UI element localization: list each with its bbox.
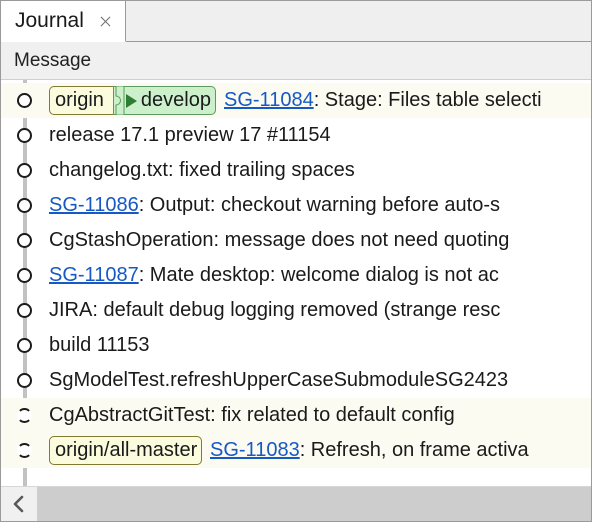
commit-message: SG-11087: Mate desktop: welcome dialog i… <box>49 258 499 293</box>
commit-message: SG-11084: Stage: Files table selecti <box>224 83 542 118</box>
commit-message-text: CgAbstractGitTest: fix related to defaul… <box>49 404 455 426</box>
commit-message-text: : Mate desktop: welcome dialog is not ac <box>138 264 499 286</box>
commit-message-text: release 17.1 preview 17 #11154 <box>49 124 331 146</box>
ref-tag-local-current[interactable]: develop <box>112 86 216 115</box>
table-row[interactable]: origin/all-master SG-11083: Refresh, on f… <box>1 433 591 468</box>
commit-message: JIRA: default debug logging removed (str… <box>49 293 500 328</box>
journal-log-table[interactable]: origin develop SG-11084: Stage: Files tabl… <box>1 80 591 486</box>
commit-message: SgModelTest.refreshUpperCaseSubmoduleSG2… <box>49 363 508 398</box>
commit-node-icon <box>17 128 32 143</box>
commit-message: SG-11086: Output: checkout warning befor… <box>49 188 500 223</box>
column-header-row[interactable]: Message <box>1 42 591 80</box>
commit-node-icon <box>17 338 32 353</box>
tab-journal-label: Journal <box>15 9 84 32</box>
journal-window: Journal Message origin develop SG-11084: S… <box>0 0 592 522</box>
ref-tag-label: develop <box>140 88 211 111</box>
commit-message-text: JIRA: default debug logging removed (str… <box>49 299 501 321</box>
play-icon <box>125 93 137 108</box>
issue-link[interactable]: SG-11087 <box>49 264 139 286</box>
commit-message: changelog.txt: fixed trailing spaces <box>49 153 355 188</box>
commit-node-icon <box>17 93 32 108</box>
table-row[interactable]: release 17.1 preview 17 #11154 <box>1 118 591 153</box>
table-row[interactable]: CgStashOperation: message does not need … <box>1 223 591 258</box>
commit-message-text: : Refresh, on frame activa <box>299 439 529 461</box>
table-row[interactable]: build 11153 <box>1 328 591 363</box>
commit-message: SG-11083: Refresh, on frame activa <box>210 433 529 468</box>
commit-message: CgAbstractGitTest: fix related to defaul… <box>49 398 455 433</box>
table-row[interactable]: SG-11087: Mate desktop: welcome dialog i… <box>1 258 591 293</box>
tab-strip: Journal <box>1 1 591 42</box>
ref-tag-label: origin/all-master <box>55 438 198 461</box>
commit-message: release 17.1 preview 17 #11154 <box>49 118 331 153</box>
commit-message-text: changelog.txt: fixed trailing spaces <box>49 159 355 181</box>
table-row[interactable]: JIRA: default debug logging removed (str… <box>1 293 591 328</box>
commit-message-text: SgModelTest.refreshUpperCaseSubmoduleSG2… <box>49 369 509 391</box>
commit-node-icon <box>17 373 32 388</box>
commit-message-text: build 11153 <box>49 334 150 356</box>
ref-tag-remote[interactable]: origin <box>49 86 113 115</box>
issue-link[interactable]: SG-11086 <box>49 194 139 216</box>
table-row[interactable]: origin develop SG-11084: Stage: Files tabl… <box>1 83 591 118</box>
chevron-left-icon[interactable] <box>1 487 37 521</box>
commit-message-text: CgStashOperation: message does not need … <box>49 229 510 251</box>
ref-tag-label: origin <box>55 88 104 111</box>
table-row[interactable]: changelog.txt: fixed trailing spaces <box>1 153 591 188</box>
commit-message: CgStashOperation: message does not need … <box>49 223 509 258</box>
commit-node-icon <box>17 268 32 283</box>
close-icon[interactable] <box>98 14 113 29</box>
column-header-message: Message <box>14 49 92 71</box>
tag-notch-icon <box>115 86 125 115</box>
issue-link[interactable]: SG-11083 <box>210 439 300 461</box>
commit-node-partial-icon <box>17 408 32 423</box>
commit-message-text: : Stage: Files table selecti <box>313 89 542 111</box>
table-row[interactable]: SgModelTest.refreshUpperCaseSubmoduleSG2… <box>1 363 591 398</box>
commit-node-icon <box>17 303 32 318</box>
commit-node-icon <box>17 163 32 178</box>
commit-node-icon <box>17 233 32 248</box>
ref-tag-group[interactable]: origin develop <box>49 86 216 115</box>
commit-node-icon <box>17 198 32 213</box>
commit-node-partial-icon <box>17 443 32 458</box>
table-row[interactable]: SG-11086: Output: checkout warning befor… <box>1 188 591 223</box>
horizontal-scrollbar[interactable] <box>1 486 591 521</box>
issue-link[interactable]: SG-11084 <box>224 89 314 111</box>
ref-tag-remote[interactable]: origin/all-master <box>49 436 203 465</box>
table-row[interactable]: CgAbstractGitTest: fix related to defaul… <box>1 398 591 433</box>
commit-message: build 11153 <box>49 328 149 363</box>
scrollbar-thumb[interactable] <box>37 487 591 521</box>
ref-tag-group[interactable]: origin/all-master <box>49 436 203 465</box>
commit-message-text: : Output: checkout warning before auto-s <box>138 194 501 216</box>
tab-journal[interactable]: Journal <box>1 1 126 42</box>
